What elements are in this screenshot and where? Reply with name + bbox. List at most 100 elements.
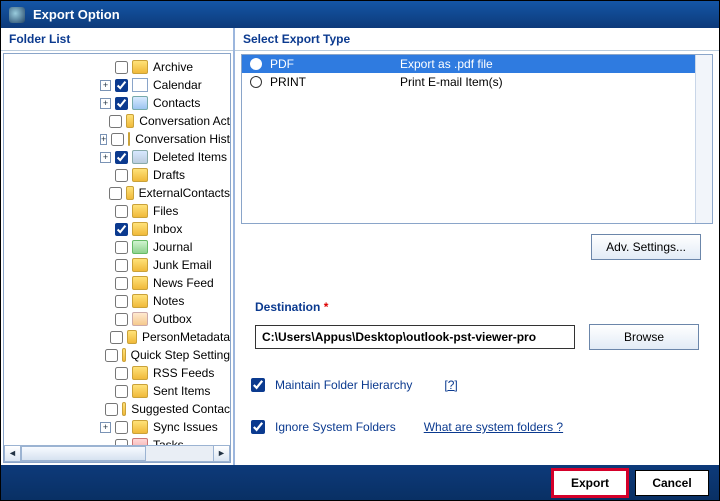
destination-input[interactable]: [255, 325, 575, 349]
maintain-hierarchy-help-link[interactable]: [?]: [444, 378, 457, 392]
folder-icon: [128, 132, 130, 146]
folder-node[interactable]: Notes: [4, 292, 230, 310]
folder-node[interactable]: Quick Step Setting: [4, 346, 230, 364]
folder-node[interactable]: +Deleted Items: [4, 148, 230, 166]
folder-node[interactable]: Files: [4, 202, 230, 220]
expand-toggle-icon[interactable]: +: [100, 98, 111, 109]
folder-icon: [127, 330, 137, 344]
folder-label: Quick Step Setting: [131, 348, 230, 362]
scroll-right-button[interactable]: ►: [213, 445, 230, 462]
expand-spacer: [100, 116, 105, 127]
export-type-radio[interactable]: [250, 58, 262, 70]
folder-node[interactable]: Sent Items: [4, 382, 230, 400]
folder-checkbox[interactable]: [115, 61, 128, 74]
export-button[interactable]: Export: [553, 470, 627, 496]
scroll-track[interactable]: [21, 445, 213, 462]
expand-spacer: [100, 296, 111, 307]
folder-checkbox[interactable]: [115, 241, 128, 254]
folder-checkbox[interactable]: [115, 205, 128, 218]
expand-toggle-icon[interactable]: +: [100, 80, 111, 91]
folder-node[interactable]: Conversation Act: [4, 112, 230, 130]
calendar-icon: [132, 78, 148, 92]
folder-node[interactable]: News Feed: [4, 274, 230, 292]
system-folders-help-link[interactable]: What are system folders ?: [424, 420, 563, 434]
folder-node[interactable]: Archive: [4, 58, 230, 76]
export-option-dialog: Export Option Folder List Archive+Calend…: [0, 0, 720, 501]
folder-icon: [122, 348, 125, 362]
folder-icon: [132, 366, 148, 380]
folder-checkbox[interactable]: [109, 115, 122, 128]
folder-checkbox[interactable]: [109, 187, 122, 200]
journal-icon: [132, 240, 148, 254]
folder-checkbox[interactable]: [115, 259, 128, 272]
folder-checkbox[interactable]: [115, 151, 128, 164]
tasks-icon: [132, 438, 148, 445]
folder-label: PersonMetadata: [142, 330, 230, 344]
expand-toggle-icon[interactable]: +: [100, 134, 107, 145]
folder-icon: [126, 114, 134, 128]
expand-spacer: [100, 368, 111, 379]
folder-label: Outbox: [153, 312, 192, 326]
export-type-row[interactable]: PDFExport as .pdf file: [242, 55, 712, 73]
browse-button[interactable]: Browse: [589, 324, 699, 350]
folder-node[interactable]: Drafts: [4, 166, 230, 184]
ignore-system-checkbox[interactable]: [251, 420, 265, 434]
cancel-button[interactable]: Cancel: [635, 470, 709, 496]
scroll-left-button[interactable]: ◄: [4, 445, 21, 462]
folder-label: Inbox: [153, 222, 182, 236]
maintain-hierarchy-checkbox[interactable]: [251, 378, 265, 392]
app-icon: [9, 7, 25, 23]
folder-checkbox[interactable]: [115, 385, 128, 398]
vertical-scrollbar[interactable]: [695, 55, 712, 223]
folder-node[interactable]: +Conversation Hist: [4, 130, 230, 148]
folder-label: Notes: [153, 294, 184, 308]
folder-checkbox[interactable]: [115, 277, 128, 290]
horizontal-scrollbar[interactable]: ◄ ►: [4, 445, 230, 462]
folder-node[interactable]: +Sync Issues: [4, 418, 230, 436]
folder-checkbox[interactable]: [111, 133, 124, 146]
folder-checkbox[interactable]: [115, 421, 128, 434]
contacts-icon: [132, 96, 148, 110]
folder-node[interactable]: Inbox: [4, 220, 230, 238]
folder-node[interactable]: Tasks: [4, 436, 230, 445]
export-type-desc: Print E-mail Item(s): [400, 75, 503, 89]
folder-checkbox[interactable]: [105, 403, 118, 416]
folder-node[interactable]: Junk Email: [4, 256, 230, 274]
folder-checkbox[interactable]: [115, 97, 128, 110]
expand-toggle-icon[interactable]: +: [100, 152, 111, 163]
folder-node[interactable]: Outbox: [4, 310, 230, 328]
expand-toggle-icon[interactable]: +: [100, 422, 111, 433]
folder-checkbox[interactable]: [110, 331, 123, 344]
export-type-row[interactable]: PRINTPrint E-mail Item(s): [242, 73, 712, 91]
expand-spacer: [100, 62, 111, 73]
folder-icon: [126, 186, 134, 200]
folder-label: Contacts: [153, 96, 200, 110]
folder-checkbox[interactable]: [115, 367, 128, 380]
advanced-settings-button[interactable]: Adv. Settings...: [591, 234, 701, 260]
folder-checkbox[interactable]: [115, 295, 128, 308]
folder-node[interactable]: ExternalContacts: [4, 184, 230, 202]
folder-node[interactable]: RSS Feeds: [4, 364, 230, 382]
folder-list-header: Folder List: [1, 28, 233, 51]
folder-tree[interactable]: Archive+Calendar+ContactsConversation Ac…: [3, 53, 231, 463]
folder-checkbox[interactable]: [115, 79, 128, 92]
folder-node[interactable]: +Calendar: [4, 76, 230, 94]
folder-checkbox[interactable]: [105, 349, 118, 362]
folder-icon: [132, 420, 148, 434]
folder-label: Conversation Act: [139, 114, 230, 128]
folder-node[interactable]: Suggested Contac: [4, 400, 230, 418]
folder-checkbox[interactable]: [115, 169, 128, 182]
folder-label: Files: [153, 204, 178, 218]
maintain-hierarchy-label: Maintain Folder Hierarchy: [275, 378, 412, 392]
folder-checkbox[interactable]: [115, 313, 128, 326]
expand-spacer: [100, 206, 111, 217]
folder-checkbox[interactable]: [115, 223, 128, 236]
folder-node[interactable]: PersonMetadata: [4, 328, 230, 346]
title-bar: Export Option: [1, 1, 719, 28]
expand-spacer: [100, 332, 106, 343]
destination-label: Destination *: [255, 300, 328, 314]
export-type-radio[interactable]: [250, 76, 262, 88]
folder-node[interactable]: Journal: [4, 238, 230, 256]
folder-node[interactable]: + Contacts: [4, 94, 230, 112]
scroll-thumb[interactable]: [21, 446, 146, 461]
